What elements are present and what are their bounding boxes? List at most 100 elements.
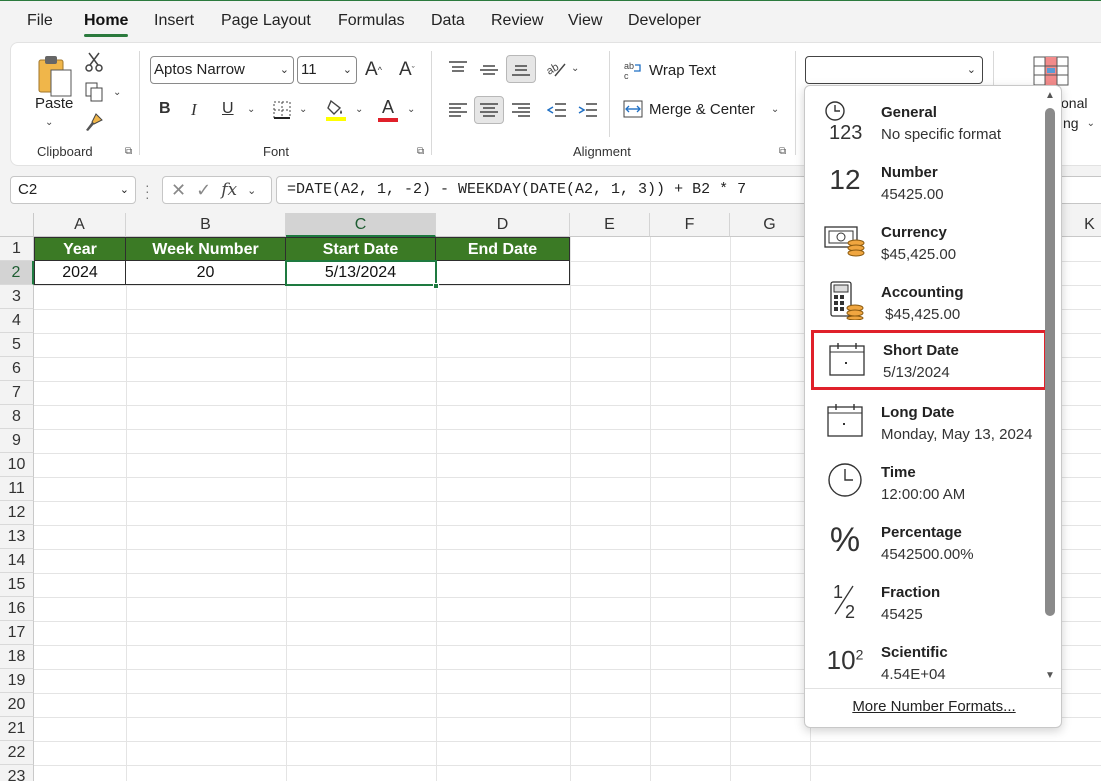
font-size-combo[interactable]: 11 ⌄ xyxy=(297,56,357,84)
format-option-short-date[interactable]: Short Date 5/13/2024 xyxy=(811,330,1047,390)
align-center-icon[interactable] xyxy=(474,96,504,124)
tab-data[interactable]: Data xyxy=(431,12,465,30)
row-header[interactable]: 7 xyxy=(0,381,34,405)
format-painter-icon[interactable] xyxy=(83,111,105,133)
align-right-icon[interactable] xyxy=(509,99,533,121)
select-all-corner[interactable] xyxy=(0,213,34,237)
align-bottom-icon[interactable] xyxy=(506,55,536,83)
scrollbar-thumb[interactable] xyxy=(1045,108,1055,616)
row-header[interactable]: 16 xyxy=(0,597,34,621)
font-color-icon[interactable]: A xyxy=(377,97,399,123)
row-header[interactable]: 1 xyxy=(0,237,34,261)
decrease-indent-icon[interactable] xyxy=(545,99,569,121)
format-option-percentage[interactable]: % Percentage 4542500.00% xyxy=(809,512,1043,570)
italic-button[interactable]: I xyxy=(191,100,197,120)
row-header[interactable]: 4 xyxy=(0,309,34,333)
tab-formulas[interactable]: Formulas xyxy=(338,12,405,30)
row-header[interactable]: 5 xyxy=(0,333,34,357)
wrap-text-button[interactable]: ab c Wrap Text xyxy=(623,60,716,80)
align-middle-icon[interactable] xyxy=(477,59,501,81)
row-header[interactable]: 22 xyxy=(0,741,34,765)
tab-home[interactable]: Home xyxy=(84,12,129,37)
drag-handle-icon[interactable]: · · · xyxy=(145,178,150,204)
grow-font-icon[interactable]: A ^ xyxy=(365,59,382,81)
row-header[interactable]: 17 xyxy=(0,621,34,645)
cell-b2[interactable]: 20 xyxy=(126,261,286,285)
column-header-d[interactable]: D xyxy=(436,213,570,237)
bold-button[interactable]: B xyxy=(159,100,171,118)
conditional-formatting-icon[interactable] xyxy=(1033,55,1069,87)
tab-page-layout[interactable]: Page Layout xyxy=(221,12,311,30)
row-header[interactable]: 10 xyxy=(0,453,34,477)
format-option-scientific[interactable]: 102 Scientific 4.54E+04 xyxy=(809,632,1043,690)
cell-a1[interactable]: Year xyxy=(34,237,126,261)
row-header[interactable]: 8 xyxy=(0,405,34,429)
column-header-c[interactable]: C xyxy=(286,213,436,237)
row-header[interactable]: 3 xyxy=(0,285,34,309)
cell-d2[interactable] xyxy=(436,261,570,285)
borders-icon[interactable] xyxy=(271,99,293,121)
orientation-dropdown-chevron-icon[interactable]: ⌄ xyxy=(571,63,579,74)
cell-a2[interactable]: 2024 xyxy=(34,261,126,285)
column-header-e[interactable]: E xyxy=(570,213,650,237)
insert-function-icon[interactable]: fx xyxy=(221,180,237,200)
cell-b1[interactable]: Week Number xyxy=(126,237,286,261)
column-header-g[interactable]: G xyxy=(730,213,810,237)
tab-developer[interactable]: Developer xyxy=(628,12,701,30)
tab-file[interactable]: File xyxy=(27,12,53,30)
font-color-dropdown-chevron-icon[interactable]: ⌄ xyxy=(407,104,415,115)
borders-dropdown-chevron-icon[interactable]: ⌄ xyxy=(299,104,307,115)
paste-button[interactable]: Paste xyxy=(35,95,73,112)
row-header[interactable]: 13 xyxy=(0,525,34,549)
merge-dropdown-chevron-icon[interactable]: ⌄ xyxy=(771,104,779,115)
fill-color-icon[interactable] xyxy=(325,97,347,123)
column-header-k[interactable]: K xyxy=(1060,213,1101,237)
enter-check-icon[interactable]: ✓ xyxy=(196,180,211,201)
alignment-launcher-icon[interactable]: ⧉ xyxy=(779,147,789,157)
column-header-b[interactable]: B xyxy=(126,213,286,237)
row-header[interactable]: 14 xyxy=(0,549,34,573)
tab-insert[interactable]: Insert xyxy=(154,12,194,30)
cell-c1[interactable]: Start Date xyxy=(286,237,436,261)
clipboard-launcher-icon[interactable]: ⧉ xyxy=(125,147,135,157)
more-number-formats-link[interactable]: More Number Formats... xyxy=(805,698,1061,715)
row-header[interactable]: 18 xyxy=(0,645,34,669)
row-header[interactable]: 2 xyxy=(0,261,34,285)
shrink-font-icon[interactable]: Aˇ xyxy=(399,59,415,81)
tab-view[interactable]: View xyxy=(568,12,602,30)
tab-review[interactable]: Review xyxy=(491,12,543,30)
copy-dropdown-chevron-icon[interactable]: ⌄ xyxy=(113,87,121,98)
format-option-general[interactable]: 123 General No specific format xyxy=(809,92,1043,150)
format-option-number[interactable]: 12 Number 45425.00 xyxy=(809,152,1043,210)
format-option-accounting[interactable]: Accounting $45,425.00 xyxy=(809,272,1043,330)
cut-icon[interactable] xyxy=(83,51,105,73)
number-format-combo[interactable]: ⌄ xyxy=(805,56,983,84)
font-name-combo[interactable]: Aptos Narrow ⌄ xyxy=(150,56,294,84)
paste-dropdown-chevron-icon[interactable]: ⌄ xyxy=(45,117,53,128)
row-header[interactable]: 9 xyxy=(0,429,34,453)
row-header[interactable]: 15 xyxy=(0,573,34,597)
format-option-long-date[interactable]: Long Date Monday, May 13, 2024 xyxy=(809,392,1043,450)
font-launcher-icon[interactable]: ⧉ xyxy=(417,147,427,157)
merge-center-button[interactable]: Merge & Center ⌄ xyxy=(623,100,779,118)
align-top-icon[interactable] xyxy=(446,57,470,79)
fill-handle[interactable] xyxy=(433,283,439,289)
orientation-icon[interactable]: ab xyxy=(545,57,567,79)
cell-d1[interactable]: End Date xyxy=(436,237,570,261)
row-header[interactable]: 21 xyxy=(0,717,34,741)
format-option-fraction[interactable]: 1 2 Fraction 45425 xyxy=(809,572,1043,630)
row-header[interactable]: 19 xyxy=(0,669,34,693)
paste-icon[interactable] xyxy=(33,51,77,101)
align-left-icon[interactable] xyxy=(446,99,470,121)
increase-indent-icon[interactable] xyxy=(576,99,600,121)
underline-dropdown-chevron-icon[interactable]: ⌄ xyxy=(247,104,255,115)
scroll-down-icon[interactable]: ▼ xyxy=(1045,670,1055,681)
underline-button[interactable]: U xyxy=(222,100,234,118)
scroll-up-icon[interactable]: ▲ xyxy=(1045,90,1055,101)
format-option-time[interactable]: Time 12:00:00 AM xyxy=(809,452,1043,510)
fill-color-dropdown-chevron-icon[interactable]: ⌄ xyxy=(355,104,363,115)
chevron-down-icon[interactable]: ⌄ xyxy=(247,184,256,197)
row-header[interactable]: 23 xyxy=(0,765,34,781)
row-header[interactable]: 6 xyxy=(0,357,34,381)
row-header[interactable]: 20 xyxy=(0,693,34,717)
